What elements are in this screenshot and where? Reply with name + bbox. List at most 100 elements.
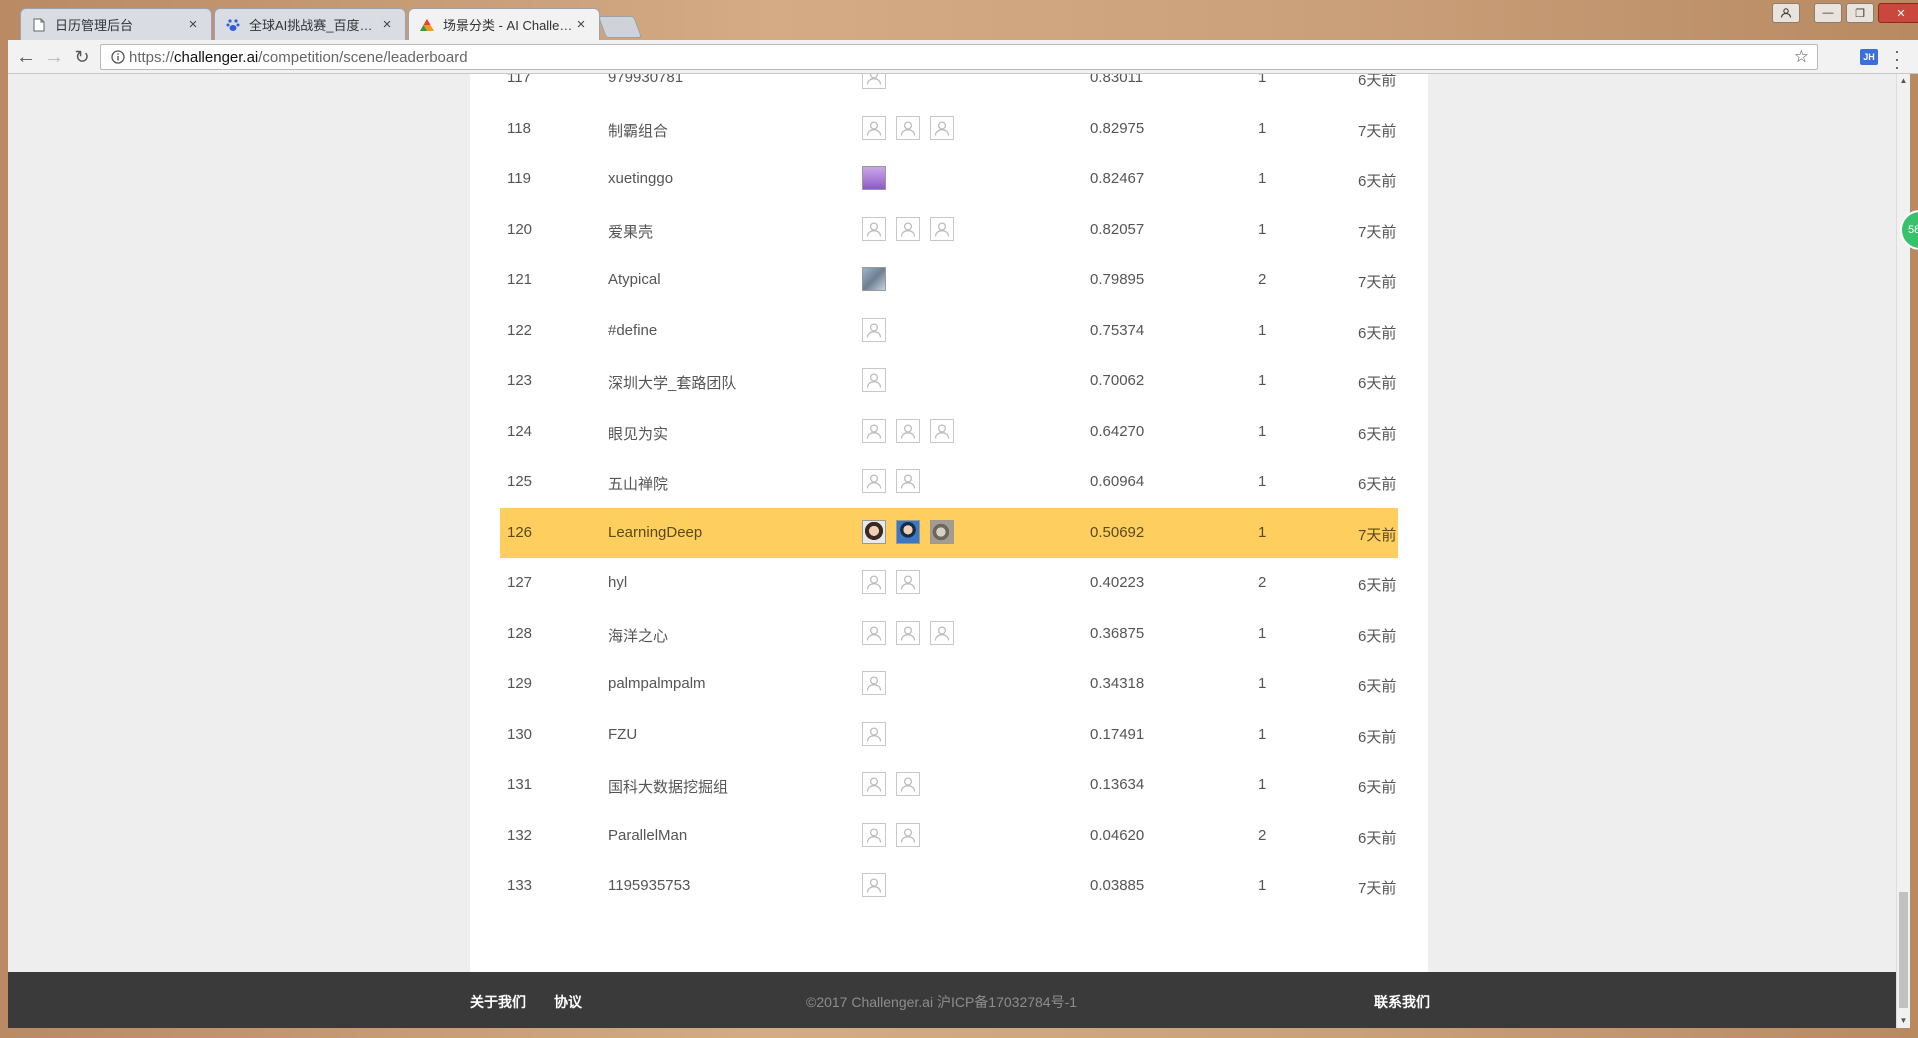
default-avatar-icon[interactable] bbox=[930, 115, 954, 140]
last-submit-cell: 6天前 bbox=[1358, 779, 1397, 796]
default-avatar-icon[interactable] bbox=[896, 418, 920, 443]
team-members bbox=[862, 166, 886, 190]
scroll-up-arrow-icon[interactable]: ▲ bbox=[1897, 74, 1910, 88]
submissions-cell: 1 bbox=[1258, 523, 1267, 541]
tab-close-icon[interactable]: × bbox=[185, 16, 201, 33]
table-row: 120 爱果壳 0.82057 1 7天前 bbox=[500, 205, 1398, 255]
default-avatar-icon[interactable] bbox=[862, 74, 886, 89]
info-icon[interactable] bbox=[107, 50, 129, 64]
rank-cell: 133 bbox=[507, 877, 533, 894]
default-avatar-icon[interactable] bbox=[862, 115, 886, 140]
default-avatar-icon[interactable] bbox=[862, 418, 886, 443]
team-name-cell: xuetinggo bbox=[608, 170, 674, 187]
minimize-icon[interactable]: — bbox=[1814, 3, 1842, 23]
default-avatar-icon[interactable] bbox=[862, 671, 886, 695]
score-cell: 0.82467 bbox=[1090, 170, 1145, 187]
tab-scene-classification[interactable]: 场景分类 - AI Challenger × bbox=[408, 8, 600, 40]
score-cell: 0.40223 bbox=[1090, 574, 1145, 591]
back-arrow-icon[interactable]: ← bbox=[14, 45, 38, 69]
tab-close-icon[interactable]: × bbox=[573, 16, 589, 33]
default-avatar-icon[interactable] bbox=[862, 469, 886, 493]
team-name-cell: palmpalmpalm bbox=[608, 675, 706, 692]
url-path: /competition/scene/leaderboard bbox=[258, 48, 468, 66]
default-avatar-icon[interactable] bbox=[930, 216, 954, 241]
member-avatar[interactable] bbox=[862, 267, 886, 291]
rank-cell: 122 bbox=[507, 321, 533, 339]
team-members bbox=[862, 671, 886, 695]
footer-copyright: ©2017 Challenger.ai 沪ICP备17032784号-1 bbox=[806, 994, 1078, 1010]
address-bar[interactable]: https://challenger.ai/competition/scene/… bbox=[100, 44, 1818, 70]
last-submit-cell: 6天前 bbox=[1358, 728, 1397, 746]
member-avatar[interactable] bbox=[862, 519, 886, 544]
submissions-cell: 1 bbox=[1258, 473, 1267, 490]
browser-toolbar: ← → ↻ https://challenger.ai/competition/… bbox=[8, 40, 1918, 76]
new-tab-button[interactable] bbox=[597, 16, 643, 38]
default-avatar-icon[interactable] bbox=[896, 570, 920, 594]
default-avatar-icon[interactable] bbox=[896, 620, 920, 645]
table-row: 132 ParallelMan 0.04620 2 6天前 bbox=[500, 811, 1398, 861]
bookmark-star-icon[interactable]: ☆ bbox=[1794, 47, 1809, 67]
team-members bbox=[862, 267, 886, 291]
last-submit-cell: 6天前 bbox=[1358, 577, 1397, 594]
default-avatar-icon[interactable] bbox=[862, 570, 886, 594]
default-avatar-icon[interactable] bbox=[862, 873, 886, 897]
team-members bbox=[862, 519, 954, 544]
table-row: 127 hyl 0.40223 2 6天前 bbox=[500, 558, 1398, 608]
default-avatar-icon[interactable] bbox=[896, 469, 920, 493]
last-submit-cell: 6天前 bbox=[1358, 425, 1397, 443]
site-footer: 关于我们 协议 ©2017 Challenger.ai 沪ICP备1703278… bbox=[8, 972, 1896, 1028]
submissions-cell: 1 bbox=[1258, 372, 1267, 389]
user-profile-icon[interactable] bbox=[1772, 3, 1800, 23]
extension-jh-icon[interactable]: JH bbox=[1860, 49, 1878, 65]
score-cell: 0.50692 bbox=[1090, 523, 1145, 541]
member-avatar[interactable] bbox=[930, 519, 954, 544]
tab-baidu-search[interactable]: 全球AI挑战赛_百度搜索 × bbox=[214, 8, 406, 40]
forward-arrow-icon[interactable]: → bbox=[42, 45, 66, 69]
member-avatar[interactable] bbox=[862, 166, 886, 190]
team-name-cell: 1195935753 bbox=[608, 877, 691, 894]
tab-close-icon[interactable]: × bbox=[379, 16, 395, 33]
footer-about-link[interactable]: 关于我们 bbox=[470, 992, 526, 1012]
footer-terms-link[interactable]: 协议 bbox=[554, 992, 582, 1012]
rank-cell: 119 bbox=[507, 170, 531, 187]
team-name-cell: 眼见为实 bbox=[608, 425, 669, 443]
default-avatar-icon[interactable] bbox=[930, 620, 954, 645]
default-avatar-icon[interactable] bbox=[862, 772, 886, 796]
reload-icon[interactable]: ↻ bbox=[70, 45, 94, 69]
rank-cell: 117 bbox=[507, 74, 531, 86]
rank-cell: 123 bbox=[507, 372, 533, 389]
default-avatar-icon[interactable] bbox=[862, 822, 886, 847]
scrollbar-thumb[interactable] bbox=[1899, 892, 1908, 1008]
default-avatar-icon[interactable] bbox=[862, 216, 886, 241]
default-avatar-icon[interactable] bbox=[896, 216, 920, 241]
submissions-cell: 1 bbox=[1258, 877, 1267, 894]
table-row: 119 xuetinggo 0.82467 1 6天前 bbox=[500, 154, 1398, 204]
scroll-down-arrow-icon[interactable]: ▼ bbox=[1897, 1014, 1910, 1028]
tab-calendar-admin[interactable]: 日历管理后台 × bbox=[20, 8, 212, 40]
submissions-cell: 2 bbox=[1258, 271, 1267, 288]
table-row: 125 五山禅院 0.60964 1 6天前 bbox=[500, 457, 1398, 507]
submissions-cell: 1 bbox=[1258, 675, 1267, 692]
maximize-icon[interactable]: ❐ bbox=[1846, 3, 1874, 23]
table-row: 131 国科大数据挖掘组 0.13634 1 6天前 bbox=[500, 760, 1398, 810]
default-avatar-icon[interactable] bbox=[862, 620, 886, 645]
default-avatar-icon[interactable] bbox=[896, 115, 920, 140]
menu-dots-icon[interactable]: · · · bbox=[1894, 42, 1900, 76]
default-avatar-icon[interactable] bbox=[896, 772, 920, 796]
footer-contact-link[interactable]: 联系我们 bbox=[1374, 992, 1430, 1012]
team-members bbox=[862, 469, 920, 493]
member-avatar[interactable] bbox=[896, 519, 920, 544]
default-avatar-icon[interactable] bbox=[930, 418, 954, 443]
rank-cell: 120 bbox=[507, 220, 533, 238]
close-window-icon[interactable]: ✕ bbox=[1878, 3, 1918, 23]
table-row: 121 Atypical 0.79895 2 7天前 bbox=[500, 255, 1398, 305]
default-avatar-icon[interactable] bbox=[862, 721, 886, 746]
team-members bbox=[862, 620, 954, 645]
default-avatar-icon[interactable] bbox=[862, 317, 886, 342]
score-cell: 0.36875 bbox=[1090, 624, 1145, 642]
submissions-cell: 1 bbox=[1258, 220, 1267, 238]
default-avatar-icon[interactable] bbox=[896, 822, 920, 847]
rank-cell: 124 bbox=[507, 422, 533, 440]
team-members bbox=[862, 115, 954, 140]
default-avatar-icon[interactable] bbox=[862, 368, 886, 392]
